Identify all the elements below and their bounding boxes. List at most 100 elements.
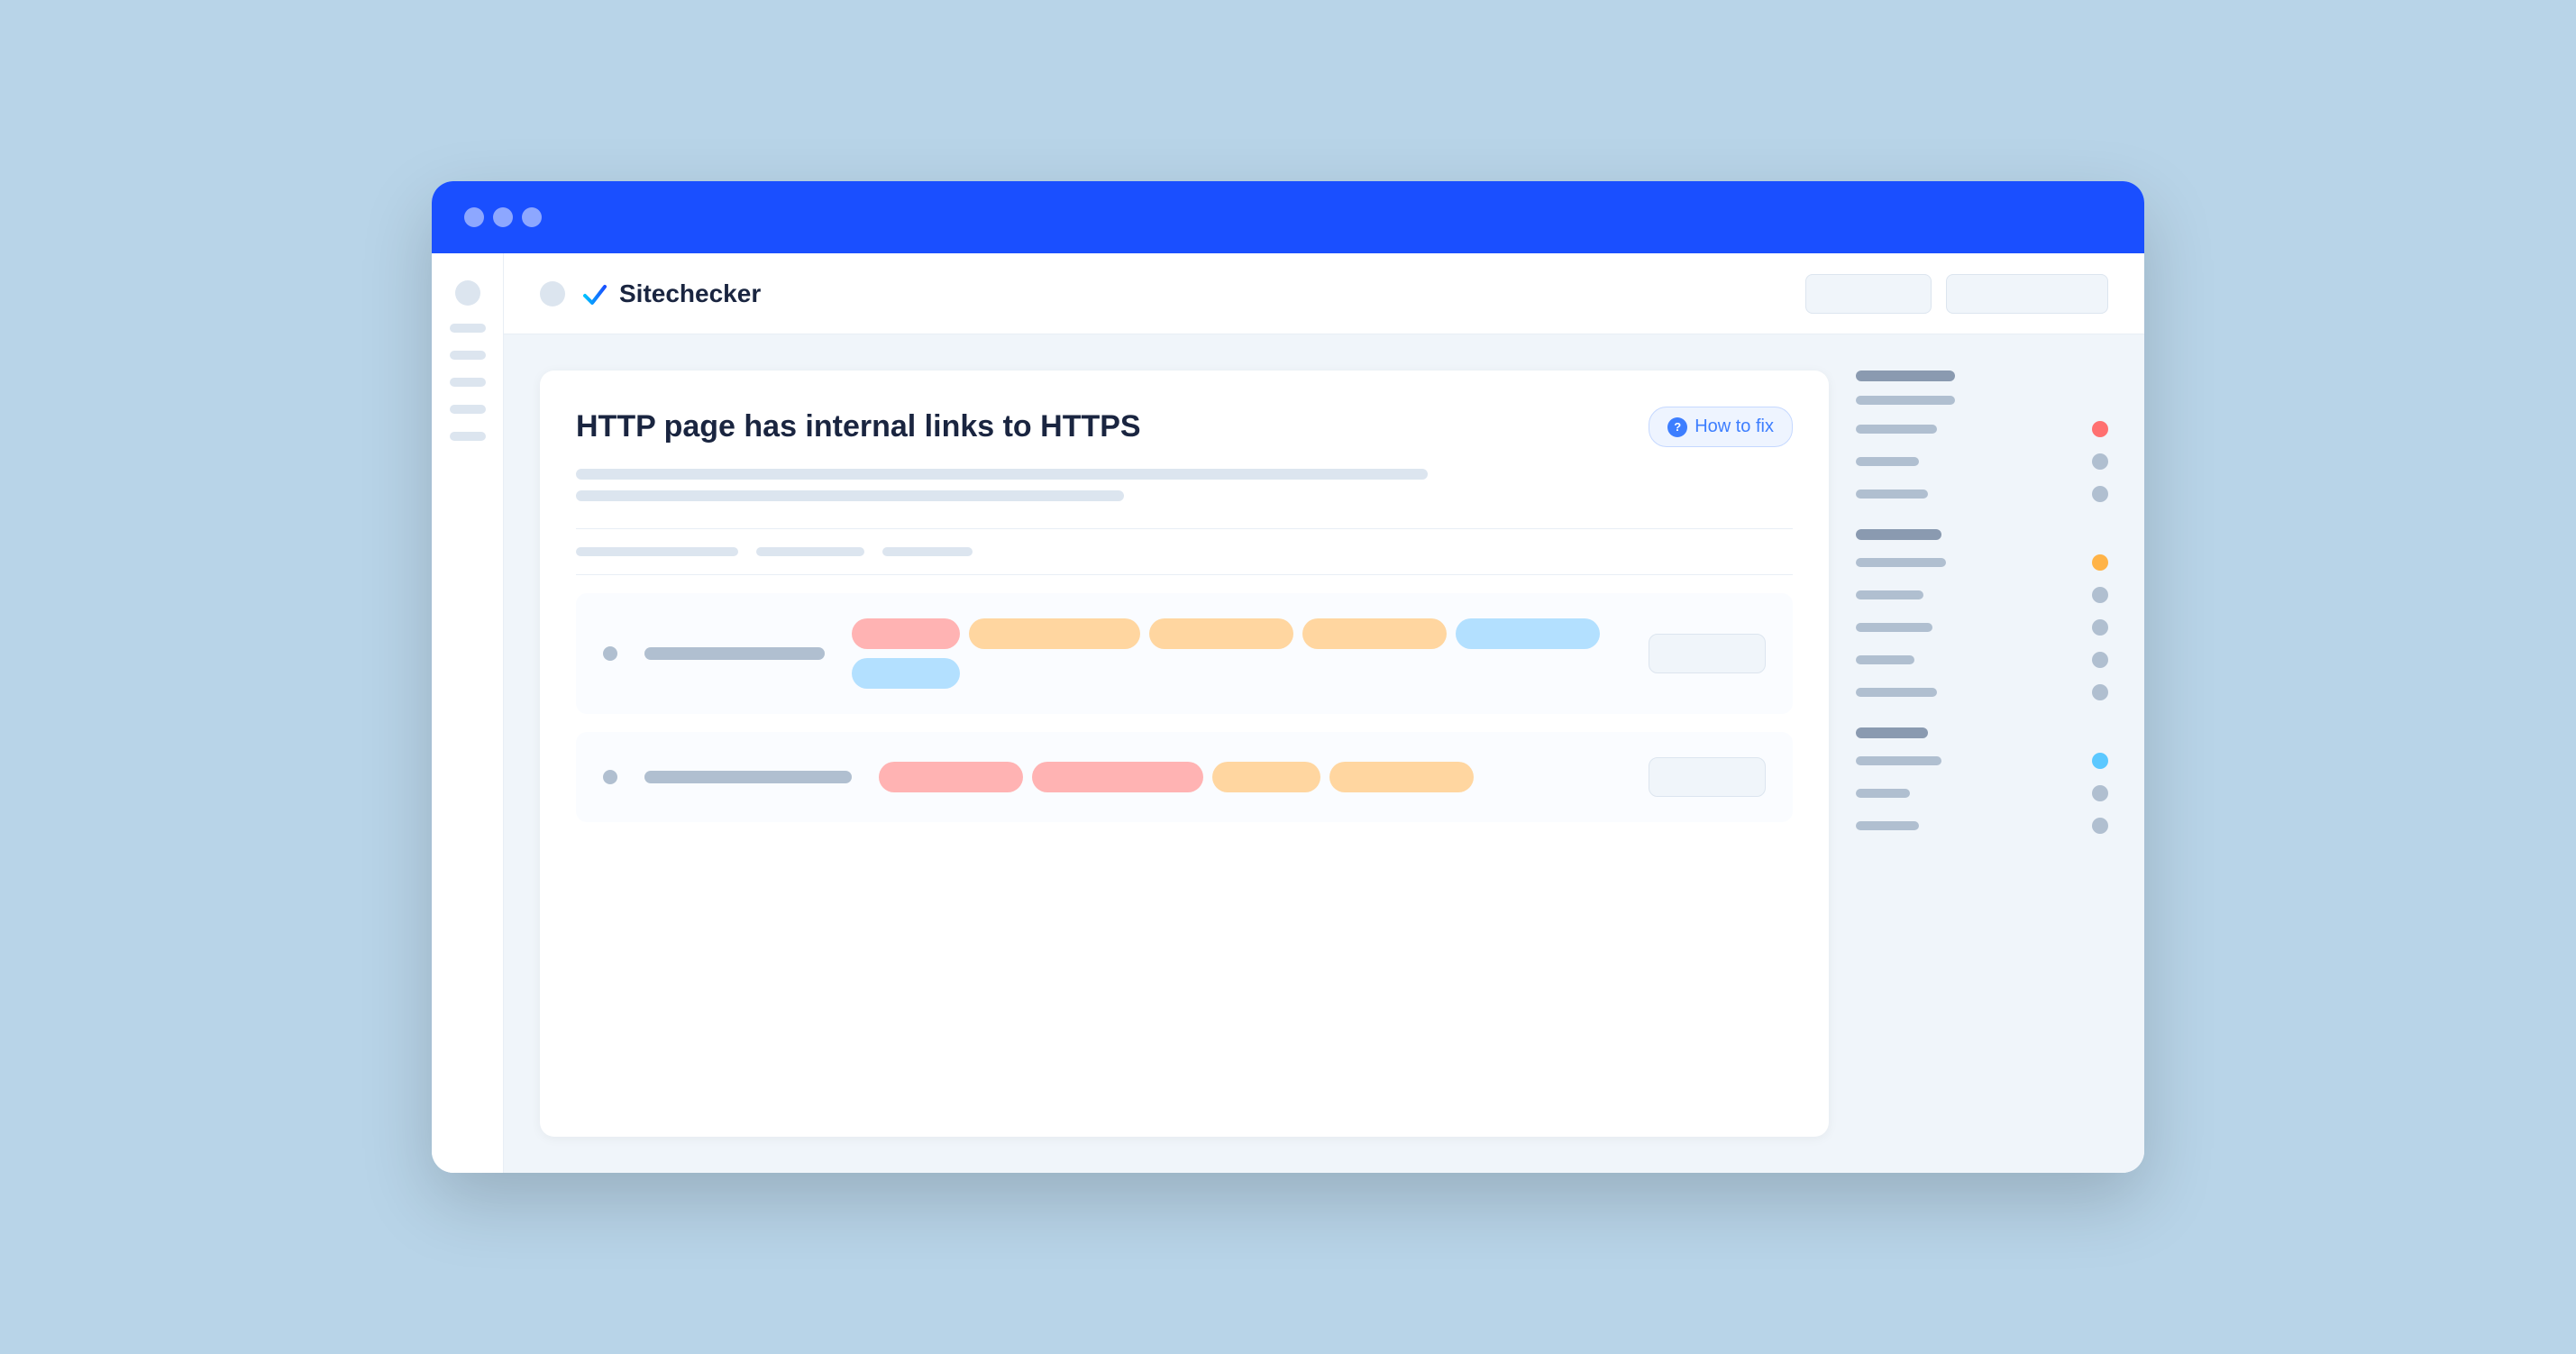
right-dot-gray xyxy=(2092,684,2108,700)
right-dot-gray xyxy=(2092,785,2108,801)
right-bar xyxy=(1856,558,1946,567)
action-button-1[interactable] xyxy=(1649,634,1766,673)
right-bar xyxy=(1856,489,1928,499)
right-item xyxy=(1856,614,2108,641)
nav-button-1[interactable] xyxy=(1805,274,1932,314)
tag-orange-1 xyxy=(969,618,1140,649)
desc-line-1 xyxy=(576,469,1428,480)
table-row xyxy=(576,593,1793,714)
right-dot-gray xyxy=(2092,619,2108,636)
desc-line-2 xyxy=(576,490,1124,501)
right-bar xyxy=(1856,396,1955,405)
nav-button-2[interactable] xyxy=(1946,274,2108,314)
how-to-fix-button[interactable]: ? How to fix xyxy=(1649,407,1793,447)
right-bar xyxy=(1856,655,1914,664)
table-header-row xyxy=(576,547,1793,556)
right-section-3-bars xyxy=(1856,747,2108,839)
sidebar-bar-3 xyxy=(450,378,486,387)
right-bar xyxy=(1856,623,1932,632)
description-lines xyxy=(576,469,1793,501)
right-item xyxy=(1856,812,2108,839)
right-item xyxy=(1856,780,2108,807)
right-bar xyxy=(1856,425,1937,434)
right-bar xyxy=(1856,821,1919,830)
tags-area-1 xyxy=(852,618,1621,689)
nav-buttons xyxy=(1805,274,2108,314)
right-item xyxy=(1856,679,2108,706)
tag-pink-3 xyxy=(1032,762,1203,792)
right-dot-gray xyxy=(2092,818,2108,834)
browser-dot-3 xyxy=(522,207,542,227)
right-bar xyxy=(1856,457,1919,466)
header-bar-2 xyxy=(756,547,864,556)
right-item xyxy=(1856,480,2108,508)
sidebar-bar-2 xyxy=(450,351,486,360)
right-item xyxy=(1856,646,2108,673)
tag-orange-2 xyxy=(1149,618,1293,649)
browser-dot-2 xyxy=(493,207,513,227)
browser-dot-1 xyxy=(464,207,484,227)
right-bar xyxy=(1856,590,1923,599)
divider-1 xyxy=(576,528,1793,529)
row-dot-2 xyxy=(603,770,617,784)
right-dot-orange xyxy=(2092,554,2108,571)
right-section-3 xyxy=(1856,727,2108,839)
right-bar xyxy=(1856,789,1910,798)
right-dot-blue xyxy=(2092,753,2108,769)
right-section-title-1 xyxy=(1856,371,1955,381)
right-item xyxy=(1856,747,2108,774)
logo-check: Sitechecker xyxy=(578,278,761,310)
right-item xyxy=(1856,448,2108,475)
right-item xyxy=(1856,390,2108,410)
right-section-2 xyxy=(1856,529,2108,706)
sidebar xyxy=(432,253,504,1173)
right-dot-gray xyxy=(2092,587,2108,603)
right-section-2-bars xyxy=(1856,549,2108,706)
browser-window: Sitechecker HTTP page has internal links… xyxy=(432,181,2144,1173)
right-dot-gray xyxy=(2092,652,2108,668)
right-section-title-3 xyxy=(1856,727,1928,738)
tag-blue-1 xyxy=(1456,618,1600,649)
right-section-title-2 xyxy=(1856,529,1941,540)
header-bar-3 xyxy=(882,547,973,556)
how-to-fix-label: How to fix xyxy=(1694,416,1774,437)
right-bar xyxy=(1856,756,1941,765)
tag-pink-1 xyxy=(852,618,960,649)
divider-2 xyxy=(576,574,1793,575)
logo-circle xyxy=(540,281,565,306)
right-dot-gray xyxy=(2092,453,2108,470)
how-to-fix-icon: ? xyxy=(1667,417,1687,437)
right-section-1 xyxy=(1856,371,2108,508)
right-dot-red xyxy=(2092,421,2108,437)
page-content: HTTP page has internal links to HTTPS ? … xyxy=(504,334,2144,1173)
right-bar xyxy=(1856,688,1937,697)
browser-dots xyxy=(464,207,542,227)
tag-orange-5 xyxy=(1329,762,1474,792)
top-nav: Sitechecker xyxy=(504,253,2144,334)
sidebar-bar-5 xyxy=(450,432,486,441)
right-item xyxy=(1856,581,2108,608)
issue-title: HTTP page has internal links to HTTPS xyxy=(576,408,1141,445)
logo-text: Sitechecker xyxy=(619,279,761,308)
sidebar-bar-1 xyxy=(450,324,486,333)
center-panel: HTTP page has internal links to HTTPS ? … xyxy=(540,371,1829,1137)
right-item xyxy=(1856,549,2108,576)
main-content: Sitechecker HTTP page has internal links… xyxy=(504,253,2144,1173)
right-section-1-bars xyxy=(1856,390,2108,508)
header-bar-1 xyxy=(576,547,738,556)
row-label-2 xyxy=(644,771,852,783)
tag-blue-2 xyxy=(852,658,960,689)
sidebar-bar-4 xyxy=(450,405,486,414)
browser-titlebar xyxy=(432,181,2144,253)
browser-body: Sitechecker HTTP page has internal links… xyxy=(432,253,2144,1173)
right-dot-gray xyxy=(2092,486,2108,502)
action-button-2[interactable] xyxy=(1649,757,1766,797)
issue-title-row: HTTP page has internal links to HTTPS ? … xyxy=(576,407,1793,447)
right-item xyxy=(1856,416,2108,443)
row-label-1 xyxy=(644,647,825,660)
logo-area: Sitechecker xyxy=(540,278,761,310)
tag-orange-3 xyxy=(1302,618,1447,649)
checkmark-icon xyxy=(578,278,610,310)
table-row xyxy=(576,732,1793,822)
right-panel xyxy=(1856,371,2108,1137)
